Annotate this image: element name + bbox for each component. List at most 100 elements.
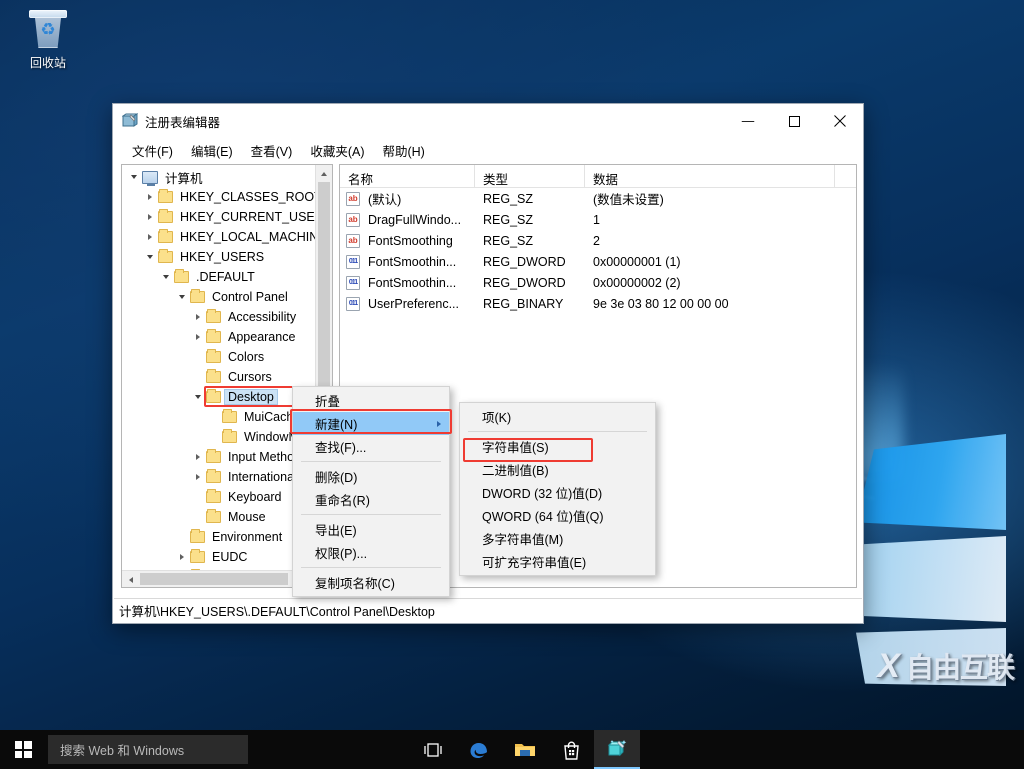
taskbar: 搜索 Web 和 Windows xyxy=(0,730,1024,769)
sub-string-value[interactable]: 字符串值(S) xyxy=(460,435,655,458)
tree-scroll-up-button[interactable] xyxy=(316,165,332,182)
tree-item-hkey-users[interactable]: HKEY_USERS xyxy=(122,247,315,267)
sub-dword-value[interactable]: DWORD (32 位)值(D) xyxy=(460,481,655,504)
chevron-right-icon[interactable] xyxy=(190,469,206,485)
folder-icon xyxy=(206,469,221,483)
tree-hscroll-thumb[interactable] xyxy=(140,573,288,585)
chevron-down-icon[interactable] xyxy=(190,389,206,405)
folder-icon xyxy=(206,309,221,323)
chevron-down-icon[interactable] xyxy=(126,169,142,185)
chevron-right-icon[interactable] xyxy=(174,549,190,565)
chevron-right-icon[interactable] xyxy=(142,229,158,245)
tree-item-label: Cursors xyxy=(228,370,272,384)
value-type: REG_DWORD xyxy=(483,254,566,269)
tree-item-cursors[interactable]: Cursors xyxy=(122,367,315,387)
menu-help[interactable]: 帮助(H) xyxy=(373,138,433,163)
tree-scroll-left-button[interactable] xyxy=(122,571,139,587)
minimize-button[interactable]: — xyxy=(725,104,771,138)
value-data: (数值未设置) xyxy=(593,193,664,207)
edge-icon[interactable] xyxy=(456,730,502,769)
menu-item-label: DWORD (32 位)值(D) xyxy=(482,487,603,501)
file-explorer-icon[interactable] xyxy=(502,730,548,769)
chevron-right-icon[interactable] xyxy=(190,309,206,325)
desktop-icon-recycle-bin[interactable]: ♻ 回收站 xyxy=(10,8,86,71)
value-type: REG_BINARY xyxy=(483,296,564,311)
tree-vscroll-thumb[interactable] xyxy=(318,182,330,387)
value-type: REG_SZ xyxy=(483,191,534,206)
column-header-type[interactable]: 类型 xyxy=(475,165,585,187)
tree-item-hkey-classes-root[interactable]: HKEY_CLASSES_ROOT xyxy=(122,187,315,207)
column-header-data[interactable]: 数据 xyxy=(585,165,835,187)
value-type: REG_SZ xyxy=(483,212,534,227)
tree-item-appearance[interactable]: Appearance xyxy=(122,327,315,347)
window-titlebar[interactable]: 注册表编辑器 — xyxy=(113,104,863,138)
ctx-new[interactable]: 新建(N) xyxy=(293,412,449,435)
value-name: FontSmoothin... xyxy=(368,254,457,269)
value-row[interactable]: ab FontSmoothing REG_SZ 2 xyxy=(340,230,856,251)
chevron-right-icon[interactable] xyxy=(190,329,206,345)
values-list[interactable]: ab (默认) REG_SZ (数值未设置) ab DragFullWindo... REG… xyxy=(340,188,856,314)
tree-item-windowmetrics[interactable]: WindowMetrics xyxy=(122,427,315,447)
menu-separator xyxy=(301,461,441,462)
tree-item-[interactable]: 计算机 xyxy=(122,167,315,187)
ctx-permissions[interactable]: 权限(P)... xyxy=(293,541,449,564)
menu-file[interactable]: 文件(F) xyxy=(123,138,182,163)
menu-favorites[interactable]: 收藏夹(A) xyxy=(301,138,373,163)
sub-expandable-string[interactable]: 可扩充字符串值(E) xyxy=(460,550,655,573)
sub-qword-value[interactable]: QWORD (64 位)值(Q) xyxy=(460,504,655,527)
chevron-right-icon[interactable] xyxy=(142,189,158,205)
chevron-right-icon[interactable] xyxy=(142,209,158,225)
menu-edit[interactable]: 编辑(E) xyxy=(182,138,242,163)
tree-item-eudc[interactable]: EUDC xyxy=(122,547,315,567)
sub-key[interactable]: 项(K) xyxy=(460,405,655,428)
value-row[interactable]: 011 FontSmoothin... REG_DWORD 0x00000002 (2… xyxy=(340,272,856,293)
tree-item-accessibility[interactable]: Accessibility xyxy=(122,307,315,327)
store-icon[interactable] xyxy=(548,730,594,769)
menu-item-label: 折叠 xyxy=(315,395,341,409)
folder-icon xyxy=(158,189,173,203)
chevron-down-icon[interactable] xyxy=(174,289,190,305)
start-button[interactable] xyxy=(0,730,46,769)
tree-item-international[interactable]: International xyxy=(122,467,315,487)
ctx-delete[interactable]: 删除(D) xyxy=(293,465,449,488)
chevron-down-icon[interactable] xyxy=(158,269,174,285)
tree-item-input-method[interactable]: Input Method xyxy=(122,447,315,467)
tree-item-default[interactable]: .DEFAULT xyxy=(122,267,315,287)
ctx-export[interactable]: 导出(E) xyxy=(293,518,449,541)
maximize-button[interactable] xyxy=(771,104,817,138)
chevron-down-icon[interactable] xyxy=(142,249,158,265)
ctx-rename[interactable]: 重命名(R) xyxy=(293,488,449,511)
search-input[interactable]: 搜索 Web 和 Windows xyxy=(48,735,248,764)
value-row[interactable]: 011 UserPreferenc... REG_BINARY 9e 3e 03 80… xyxy=(340,293,856,314)
close-button[interactable] xyxy=(817,104,863,138)
tree-item-label: Mouse xyxy=(228,510,266,524)
tree-item-hkey-current-user[interactable]: HKEY_CURRENT_USER xyxy=(122,207,315,227)
tree-item-muicached[interactable]: MuiCached xyxy=(122,407,315,427)
tree-item-desktop[interactable]: Desktop xyxy=(122,387,315,407)
tree-item-colors[interactable]: Colors xyxy=(122,347,315,367)
tree-item-environment[interactable]: Environment xyxy=(122,527,315,547)
ctx-find[interactable]: 查找(F)... xyxy=(293,435,449,458)
value-row[interactable]: ab (默认) REG_SZ (数值未设置) xyxy=(340,188,856,209)
registry-context-menu[interactable]: 折叠新建(N) 查找(F)... 删除(D) 重命名(R) 导出(E) 权限(P)... 复… xyxy=(292,386,450,597)
tree-item-mouse[interactable]: Mouse xyxy=(122,507,315,527)
chevron-right-icon[interactable] xyxy=(190,449,206,465)
sub-binary-value[interactable]: 二进制值(B) xyxy=(460,458,655,481)
value-row[interactable]: ab DragFullWindo... REG_SZ 1 xyxy=(340,209,856,230)
column-header-name[interactable]: 名称 xyxy=(340,165,475,187)
task-view-icon[interactable] xyxy=(410,730,456,769)
ctx-copy-key-name[interactable]: 复制项名称(C) xyxy=(293,571,449,594)
tree-item-hkey-local-machine[interactable]: HKEY_LOCAL_MACHINE xyxy=(122,227,315,247)
sub-multi-string[interactable]: 多字符串值(M) xyxy=(460,527,655,550)
regedit-taskbar-icon[interactable] xyxy=(594,730,640,769)
ctx-collapse[interactable]: 折叠 xyxy=(293,389,449,412)
tree-item-control-panel[interactable]: Control Panel xyxy=(122,287,315,307)
registry-tree[interactable]: 计算机 HKEY_CLASSES_ROOT HKEY_CURRENT_USER HKE… xyxy=(122,165,315,570)
menu-view[interactable]: 查看(V) xyxy=(242,138,302,163)
value-row[interactable]: 011 FontSmoothin... REG_DWORD 0x00000001 (1… xyxy=(340,251,856,272)
new-submenu[interactable]: 项(K) 字符串值(S) 二进制值(B) DWORD (32 位)值(D) QWORD … xyxy=(459,402,656,576)
tree-item-keyboard[interactable]: Keyboard xyxy=(122,487,315,507)
tree-item-label: Appearance xyxy=(228,330,296,344)
folder-icon xyxy=(206,389,221,403)
